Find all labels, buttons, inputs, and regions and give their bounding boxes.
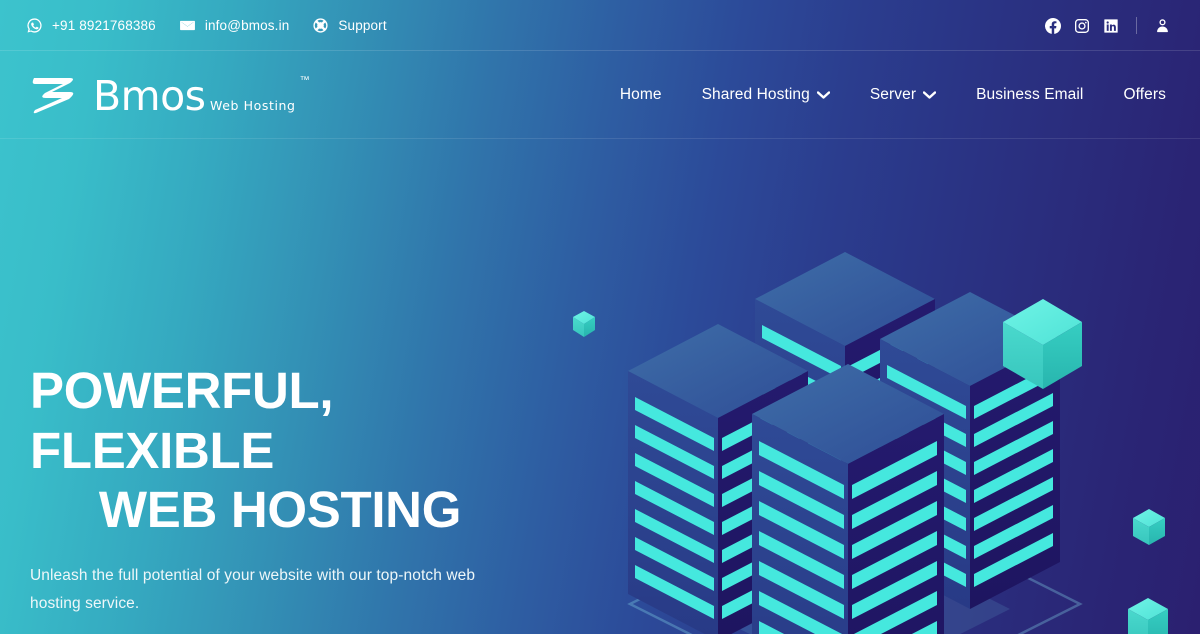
top-utility-bar: +91 8921768386 info@bmos.in Support [0,0,1200,51]
logo-tagline: Web Hosting [209,97,296,113]
nav-item-server-label: Server [869,86,917,103]
logo-wordmark: Bmos [93,71,206,120]
nav-item-offers-label: Offers [1123,86,1166,103]
contact-phone-label: +91 8921768386 [52,18,156,33]
instagram-link[interactable] [1067,13,1096,39]
facebook-link[interactable] [1038,13,1067,39]
nav-item-business-email[interactable]: Business Email [956,76,1103,114]
hero-title-line-2: WEB HOSTING [98,481,462,539]
envelope-icon [179,17,196,34]
nav-item-business-email-label: Business Email [976,86,1084,103]
contact-support[interactable]: Support [312,17,387,34]
hero-title: POWERFUL, FLEXIBLE WEB HOSTING [30,361,530,540]
hero-content: POWERFUL, FLEXIBLE WEB HOSTING Unleash t… [0,139,560,634]
contact-email-label: info@bmos.in [204,18,290,33]
hero-title-line-1: POWERFUL, FLEXIBLE [30,362,334,479]
nav-item-offers[interactable]: Offers [1103,76,1186,114]
linkedin-link[interactable] [1096,13,1125,39]
logo-text-block: Bmos ™ Web Hosting [93,75,310,117]
instagram-icon [1074,18,1090,34]
chevron-down-icon [816,91,830,99]
account-link[interactable] [1148,13,1176,39]
facebook-icon [1044,17,1061,34]
nav-item-server[interactable]: Server [850,76,956,114]
main-navigation-bar: Bmos ™ Web Hosting Home Shared Hosting S… [0,51,1200,139]
social-divider [1136,17,1137,34]
bmos-swoosh-logo-icon [30,72,82,118]
lifebuoy-support-icon [312,17,329,34]
trademark-symbol: ™ [299,74,310,86]
hero-subtitle: Unleash the full potential of your websi… [30,566,476,612]
chevron-down-icon [923,91,937,99]
contact-support-label: Support [338,18,387,33]
linkedin-icon [1103,18,1119,34]
nav-item-home[interactable]: Home [600,76,682,114]
nav-item-shared-hosting[interactable]: Shared Hosting [682,76,850,114]
hero-page: +91 8921768386 info@bmos.in Support Bmos… [0,0,1200,634]
contact-phone[interactable]: +91 8921768386 [26,17,156,34]
nav-item-shared-hosting-label: Shared Hosting [701,86,810,103]
site-logo[interactable]: Bmos ™ Web Hosting [30,72,310,118]
whatsapp-icon [26,17,43,34]
social-links-group [1038,13,1176,39]
contact-email[interactable]: info@bmos.in [179,17,290,34]
contact-group: +91 8921768386 info@bmos.in Support [26,17,387,34]
nav-links: Home Shared Hosting Server Business Emai… [600,76,1200,114]
nav-item-home-label: Home [619,86,662,103]
user-account-icon [1154,17,1171,34]
